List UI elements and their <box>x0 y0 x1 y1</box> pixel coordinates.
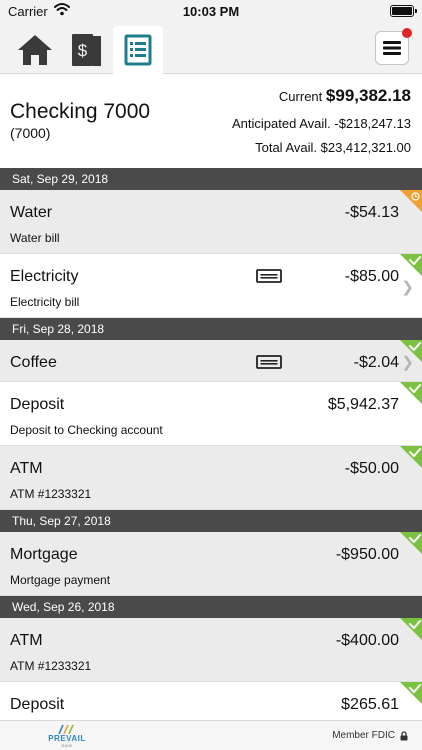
register-icon <box>124 34 152 66</box>
hamburger-icon <box>383 41 401 55</box>
bank-logo: PREVAIL BANK <box>48 724 86 748</box>
transaction-row[interactable]: ATM ATM #1233321 -$400.00 <box>0 618 422 682</box>
menu-button[interactable] <box>375 28 412 65</box>
current-balance: Current $99,382.18 <box>279 86 411 106</box>
svg-text:$: $ <box>78 41 88 60</box>
pending-clock-icon <box>400 190 422 212</box>
current-balance-label: Current <box>278 89 323 104</box>
transaction-row[interactable]: Electricity Electricity bill -$85.00 ❯ <box>0 254 422 318</box>
transaction-title: ATM <box>10 632 43 649</box>
transaction-amount: $5,942.37 <box>327 396 399 413</box>
transaction-description: Mortgage payment <box>10 573 111 587</box>
cleared-check-icon <box>400 618 422 640</box>
transaction-row[interactable]: Water Water bill -$54.13 <box>0 190 422 254</box>
account-header: Checking 7000 (7000) Current $99,382.18 … <box>0 74 422 168</box>
transaction-title: Deposit <box>10 696 65 713</box>
transaction-amount: $265.61 <box>341 696 399 713</box>
cleared-check-icon <box>400 382 422 404</box>
transaction-row[interactable]: Mortgage Mortgage payment -$950.00 <box>0 532 422 596</box>
fdic-notice: Member FDIC <box>332 730 408 741</box>
tab-register[interactable] <box>113 26 163 74</box>
transaction-title: Water <box>10 204 53 221</box>
transaction-title: Coffee <box>10 354 57 371</box>
chevron-right-icon: ❯ <box>401 279 414 296</box>
transaction-title: Electricity <box>10 268 79 285</box>
total-available-balance: Total Avail. $23,412,321.00 <box>255 140 411 155</box>
status-time: 10:03 PM <box>182 4 240 19</box>
lock-icon <box>400 730 408 740</box>
transaction-row[interactable]: Deposit Deposit to Checking account $5,9… <box>0 382 422 446</box>
date-header: Sat, Sep 29, 2018 <box>0 168 422 190</box>
account-number: (7000) <box>10 125 51 141</box>
transaction-row[interactable]: Deposit $265.61 <box>0 682 422 720</box>
date-header: Thu, Sep 27, 2018 <box>0 510 422 532</box>
cleared-check-icon <box>400 682 422 704</box>
transaction-amount: -$400.00 <box>335 632 399 649</box>
transaction-description: ATM #1233321 <box>10 487 92 501</box>
logo-mark-icon <box>58 724 74 734</box>
status-bar: Carrier 10:03 PM <box>0 0 422 22</box>
transaction-description: Electricity bill <box>10 295 80 309</box>
transaction-amount: -$50.00 <box>344 460 399 477</box>
notification-dot <box>402 28 412 38</box>
transaction-row[interactable]: ATM ATM #1233321 -$50.00 <box>0 446 422 510</box>
cleared-check-icon <box>400 254 422 276</box>
cleared-check-icon <box>400 340 422 362</box>
fdic-label: Member FDIC <box>332 730 395 741</box>
account-name: Checking 7000 <box>10 100 151 123</box>
battery-icon <box>390 5 417 17</box>
footer: PREVAIL BANK Member FDIC <box>0 720 422 750</box>
transaction-row[interactable]: Coffee -$2.04 ❯ <box>0 340 422 382</box>
transaction-description: Water bill <box>10 231 60 245</box>
transaction-title: Mortgage <box>10 546 78 563</box>
current-balance-value: $99,382.18 <box>325 86 411 105</box>
transaction-amount: -$54.13 <box>344 204 399 221</box>
date-header: Wed, Sep 26, 2018 <box>0 596 422 618</box>
transaction-list[interactable]: Sat, Sep 29, 2018 Water Water bill -$54.… <box>0 168 422 720</box>
memo-icon <box>256 355 282 369</box>
transaction-amount: -$2.04 <box>353 354 399 371</box>
tab-home[interactable] <box>10 26 60 74</box>
transaction-amount: -$950.00 <box>335 546 399 563</box>
tab-bar: $ <box>0 22 422 74</box>
home-icon <box>18 35 52 65</box>
transaction-title: ATM <box>10 460 43 477</box>
cleared-check-icon <box>400 532 422 554</box>
brand-name: PREVAIL <box>48 734 86 743</box>
tab-money[interactable]: $ <box>62 26 112 74</box>
brand-subtitle: BANK <box>61 743 73 748</box>
anticipated-balance: Anticipated Avail. -$218,247.13 <box>231 116 411 131</box>
transaction-amount: -$85.00 <box>344 268 399 285</box>
cleared-check-icon <box>400 446 422 468</box>
cash-icon: $ <box>71 33 101 66</box>
transaction-title: Deposit <box>10 396 65 413</box>
memo-icon <box>256 269 282 283</box>
transaction-description: Deposit to Checking account <box>10 423 163 437</box>
date-header: Fri, Sep 28, 2018 <box>0 318 422 340</box>
transaction-description: ATM #1233321 <box>10 659 92 673</box>
